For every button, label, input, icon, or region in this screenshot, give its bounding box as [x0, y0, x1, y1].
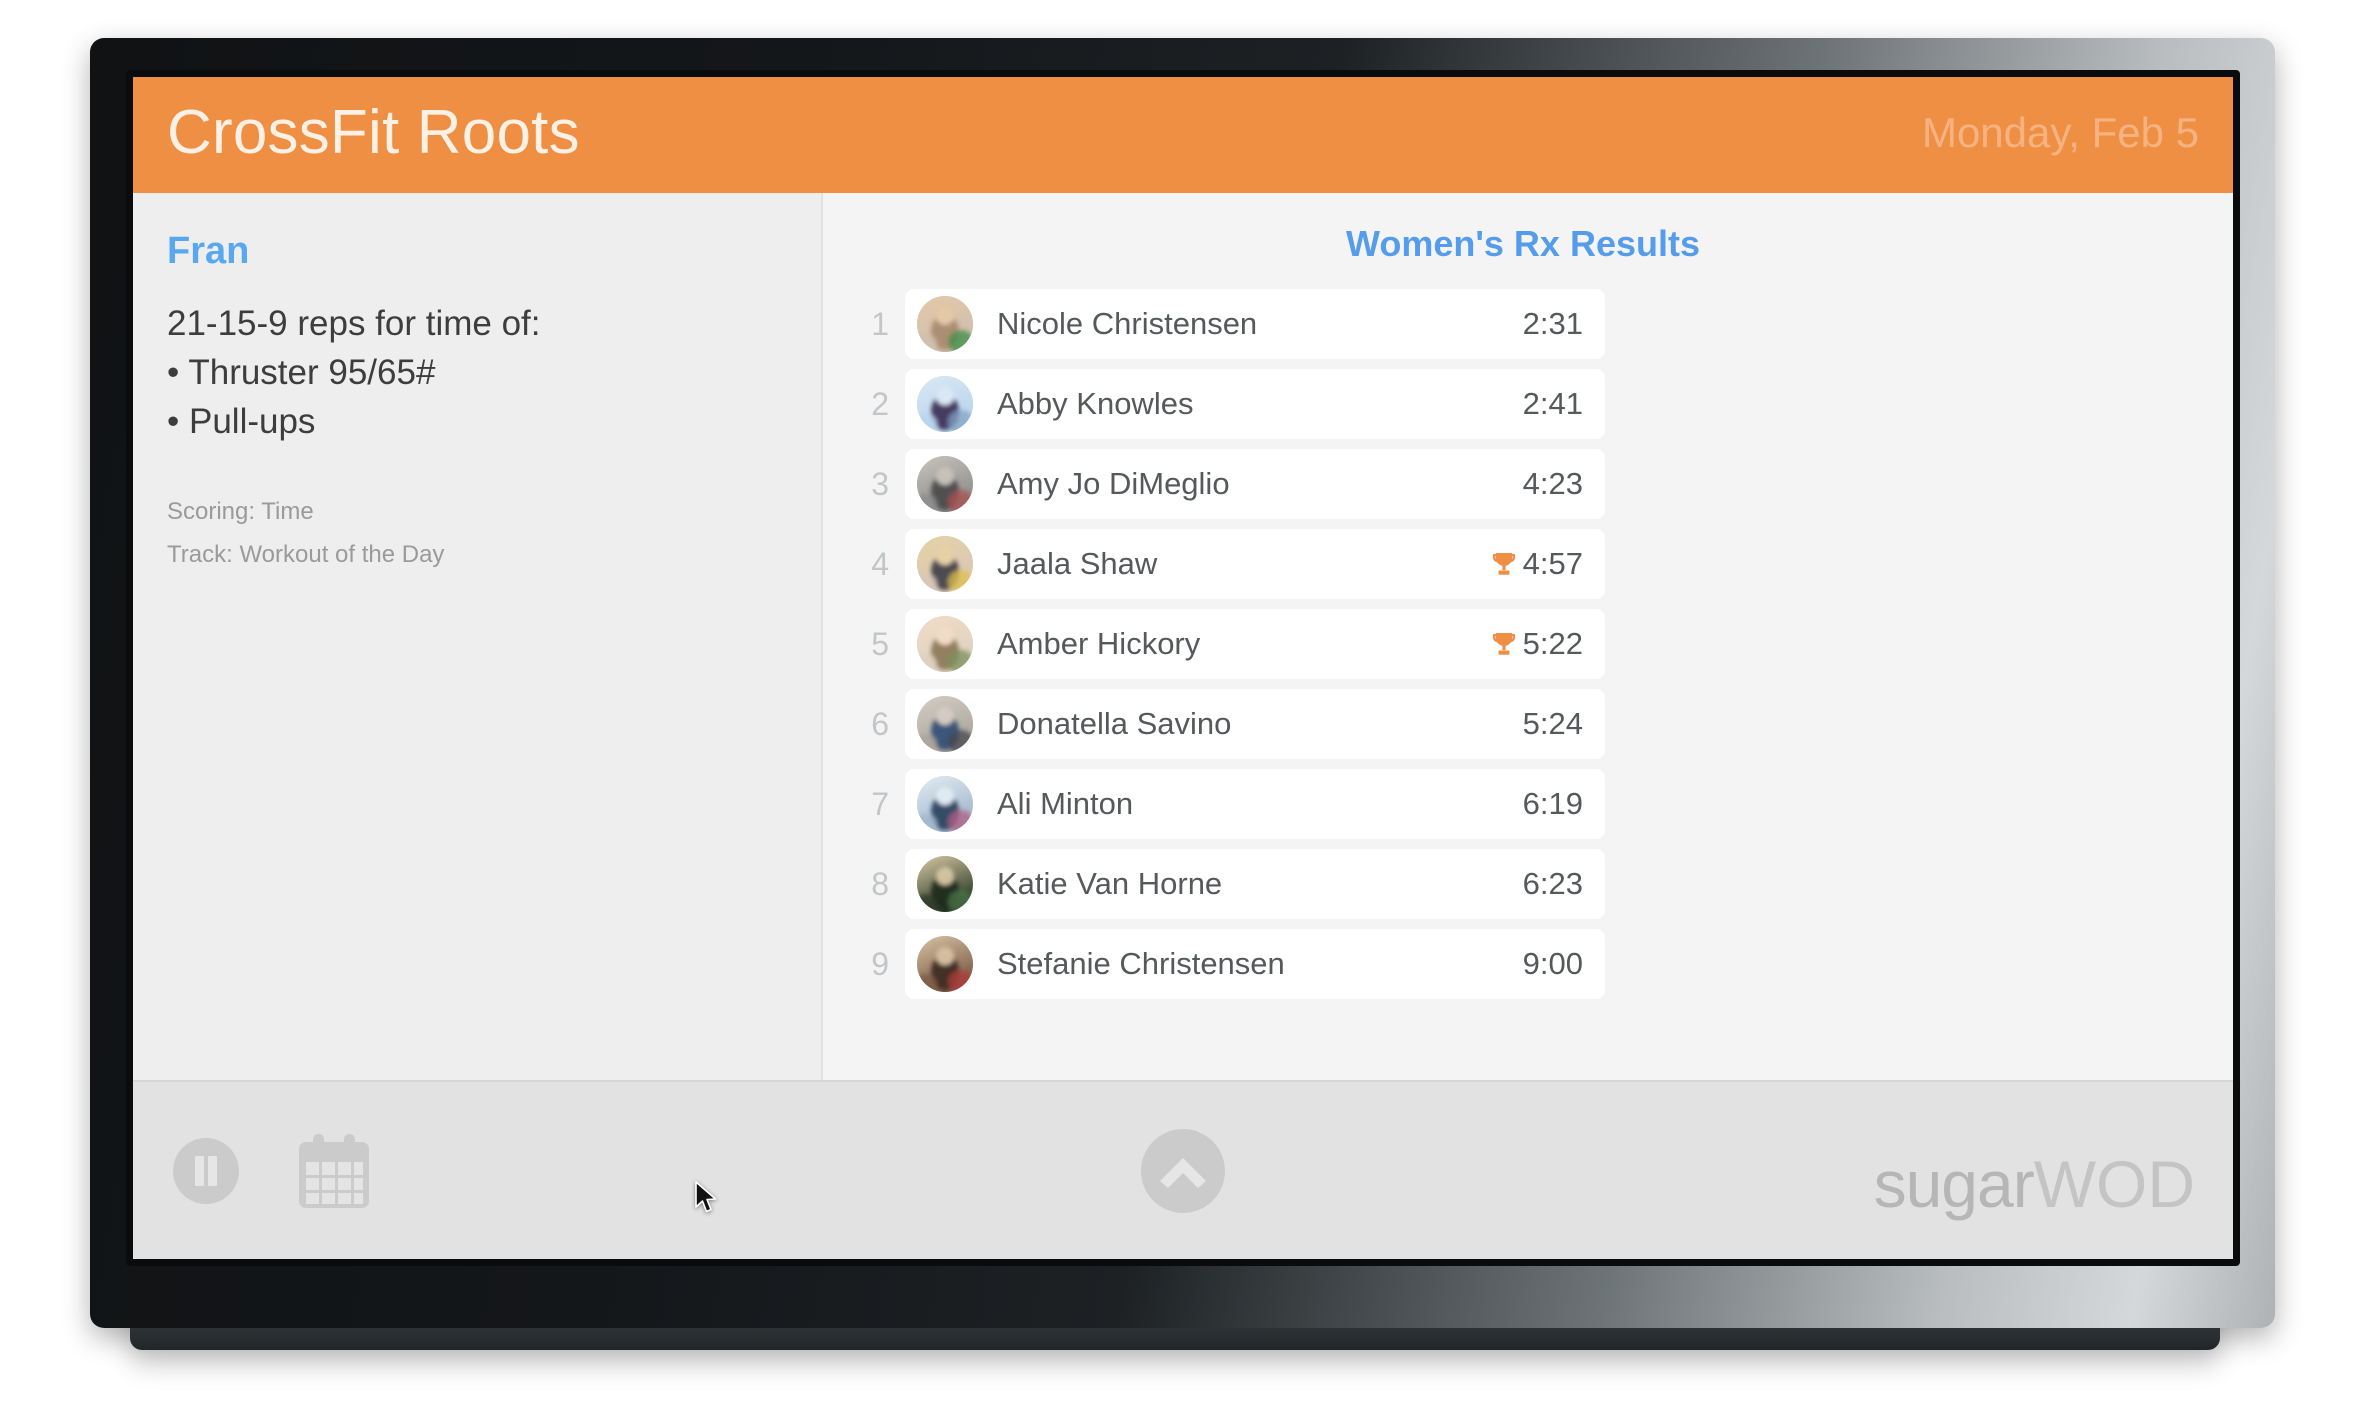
result-score-group: 4:23: [1523, 466, 1583, 502]
calendar-icon[interactable]: [297, 1132, 371, 1210]
workout-line: 21-15-9 reps for time of:: [167, 303, 541, 343]
brand-name-secondary: WOD: [2033, 1147, 2195, 1221]
avatar: [917, 936, 973, 992]
results-title: Women's Rx Results: [1346, 223, 1700, 264]
result-score: 2:41: [1522, 386, 1583, 421]
avatar: [917, 616, 973, 672]
result-score: 6:23: [1522, 866, 1583, 901]
athlete-name: Amber Hickory: [997, 626, 1201, 661]
track-label: Track: Workout of the Day: [167, 540, 445, 568]
trophy-icon: [1492, 631, 1516, 657]
result-row[interactable]: 8 Katie Van Horne 6:23: [871, 849, 1605, 919]
results-list: 1 Nicole Christensen 2:31 2 Abby Knowles…: [871, 289, 1605, 999]
result-score-group: 2:31: [1523, 306, 1583, 342]
mouse-pointer: [694, 1181, 720, 1215]
brand-name-primary: sugar: [1873, 1147, 2035, 1221]
gym-title: CrossFit Roots: [167, 98, 580, 167]
result-row[interactable]: 9 Stefanie Christensen 9:00: [871, 929, 1605, 999]
avatar: [917, 456, 973, 512]
athlete-name: Katie Van Horne: [997, 866, 1223, 901]
result-row[interactable]: 7 Ali Minton 6:19: [871, 769, 1605, 839]
result-rank: 5: [871, 625, 889, 662]
workout-meta: Scoring: Time Track: Workout of the Day: [167, 490, 781, 576]
result-row[interactable]: 6 Donatella Savino 5:24: [871, 689, 1605, 759]
result-score-group: 9:00: [1523, 946, 1583, 982]
pause-circle-icon[interactable]: [173, 1137, 239, 1204]
workout-title: Fran: [167, 230, 250, 272]
chevron-up-circle-icon[interactable]: [1141, 1128, 1225, 1213]
result-score: 5:22: [1522, 626, 1583, 661]
result-rank: 8: [871, 865, 889, 902]
result-score-group: 6:23: [1523, 866, 1583, 902]
result-rank: 1: [871, 305, 889, 342]
display-screen: CrossFit Roots Monday, Feb 5 Fran 21-15-…: [133, 77, 2233, 1259]
result-rank: 3: [871, 465, 889, 502]
footer-toolbar: sugarWOD: [133, 1080, 2233, 1259]
scoring-label: Scoring: Time: [167, 497, 314, 525]
athlete-name: Nicole Christensen: [997, 306, 1258, 341]
avatar: [917, 296, 973, 352]
result-row[interactable]: 1 Nicole Christensen 2:31: [871, 289, 1605, 359]
result-score-group: 6:19: [1523, 786, 1583, 822]
workout-line: • Pull-ups: [167, 401, 316, 441]
athlete-name: Amy Jo DiMeglio: [997, 466, 1230, 501]
result-score: 9:00: [1522, 946, 1583, 981]
athlete-name: Abby Knowles: [997, 386, 1194, 421]
result-rank: 2: [871, 385, 889, 422]
avatar: [917, 776, 973, 832]
trophy-icon: [1492, 551, 1516, 577]
result-row[interactable]: 2 Abby Knowles 2:41: [871, 369, 1605, 439]
athlete-name: Stefanie Christensen: [997, 946, 1285, 981]
result-rank: 7: [871, 785, 889, 822]
avatar: [917, 696, 973, 752]
workout-panel: Fran 21-15-9 reps for time of: • Thruster…: [133, 193, 823, 1080]
workout-description: 21-15-9 reps for time of: • Thruster 95/6…: [167, 299, 781, 446]
avatar: [917, 376, 973, 432]
footer-left-controls: [133, 1132, 371, 1210]
result-score: 6:19: [1522, 786, 1583, 821]
result-score: 4:57: [1522, 546, 1583, 581]
app-header: CrossFit Roots Monday, Feb 5: [133, 77, 2233, 193]
result-score-group: 5:24: [1523, 706, 1583, 742]
workout-line: • Thruster 95/65#: [167, 352, 436, 392]
result-rank: 4: [871, 545, 889, 582]
athlete-name: Donatella Savino: [997, 706, 1232, 741]
result-row[interactable]: 3 Amy Jo DiMeglio 4:23: [871, 449, 1605, 519]
result-rank: 9: [871, 945, 889, 982]
main-content: Fran 21-15-9 reps for time of: • Thruster…: [133, 193, 2233, 1080]
athlete-name: Ali Minton: [997, 786, 1134, 821]
result-score-group: 2:41: [1523, 386, 1583, 422]
result-rank: 6: [871, 705, 889, 742]
result-score: 4:23: [1522, 466, 1583, 501]
sugarwod-logo: sugarWOD: [1874, 1151, 2195, 1217]
result-score: 5:24: [1522, 706, 1583, 741]
results-panel: Women's Rx Results 1 Nicole Christensen …: [823, 193, 2233, 1080]
result-score: 2:31: [1522, 306, 1583, 341]
avatar: [917, 536, 973, 592]
header-date: Monday, Feb 5: [1921, 109, 2199, 156]
athlete-name: Jaala Shaw: [997, 546, 1158, 581]
result-row[interactable]: 5 Amber Hickory 5:22: [871, 609, 1605, 679]
result-row[interactable]: 4 Jaala Shaw 4:57: [871, 529, 1605, 599]
result-score-group: 5:22: [1492, 626, 1583, 662]
result-score-group: 4:57: [1492, 546, 1583, 582]
avatar: [917, 856, 973, 912]
